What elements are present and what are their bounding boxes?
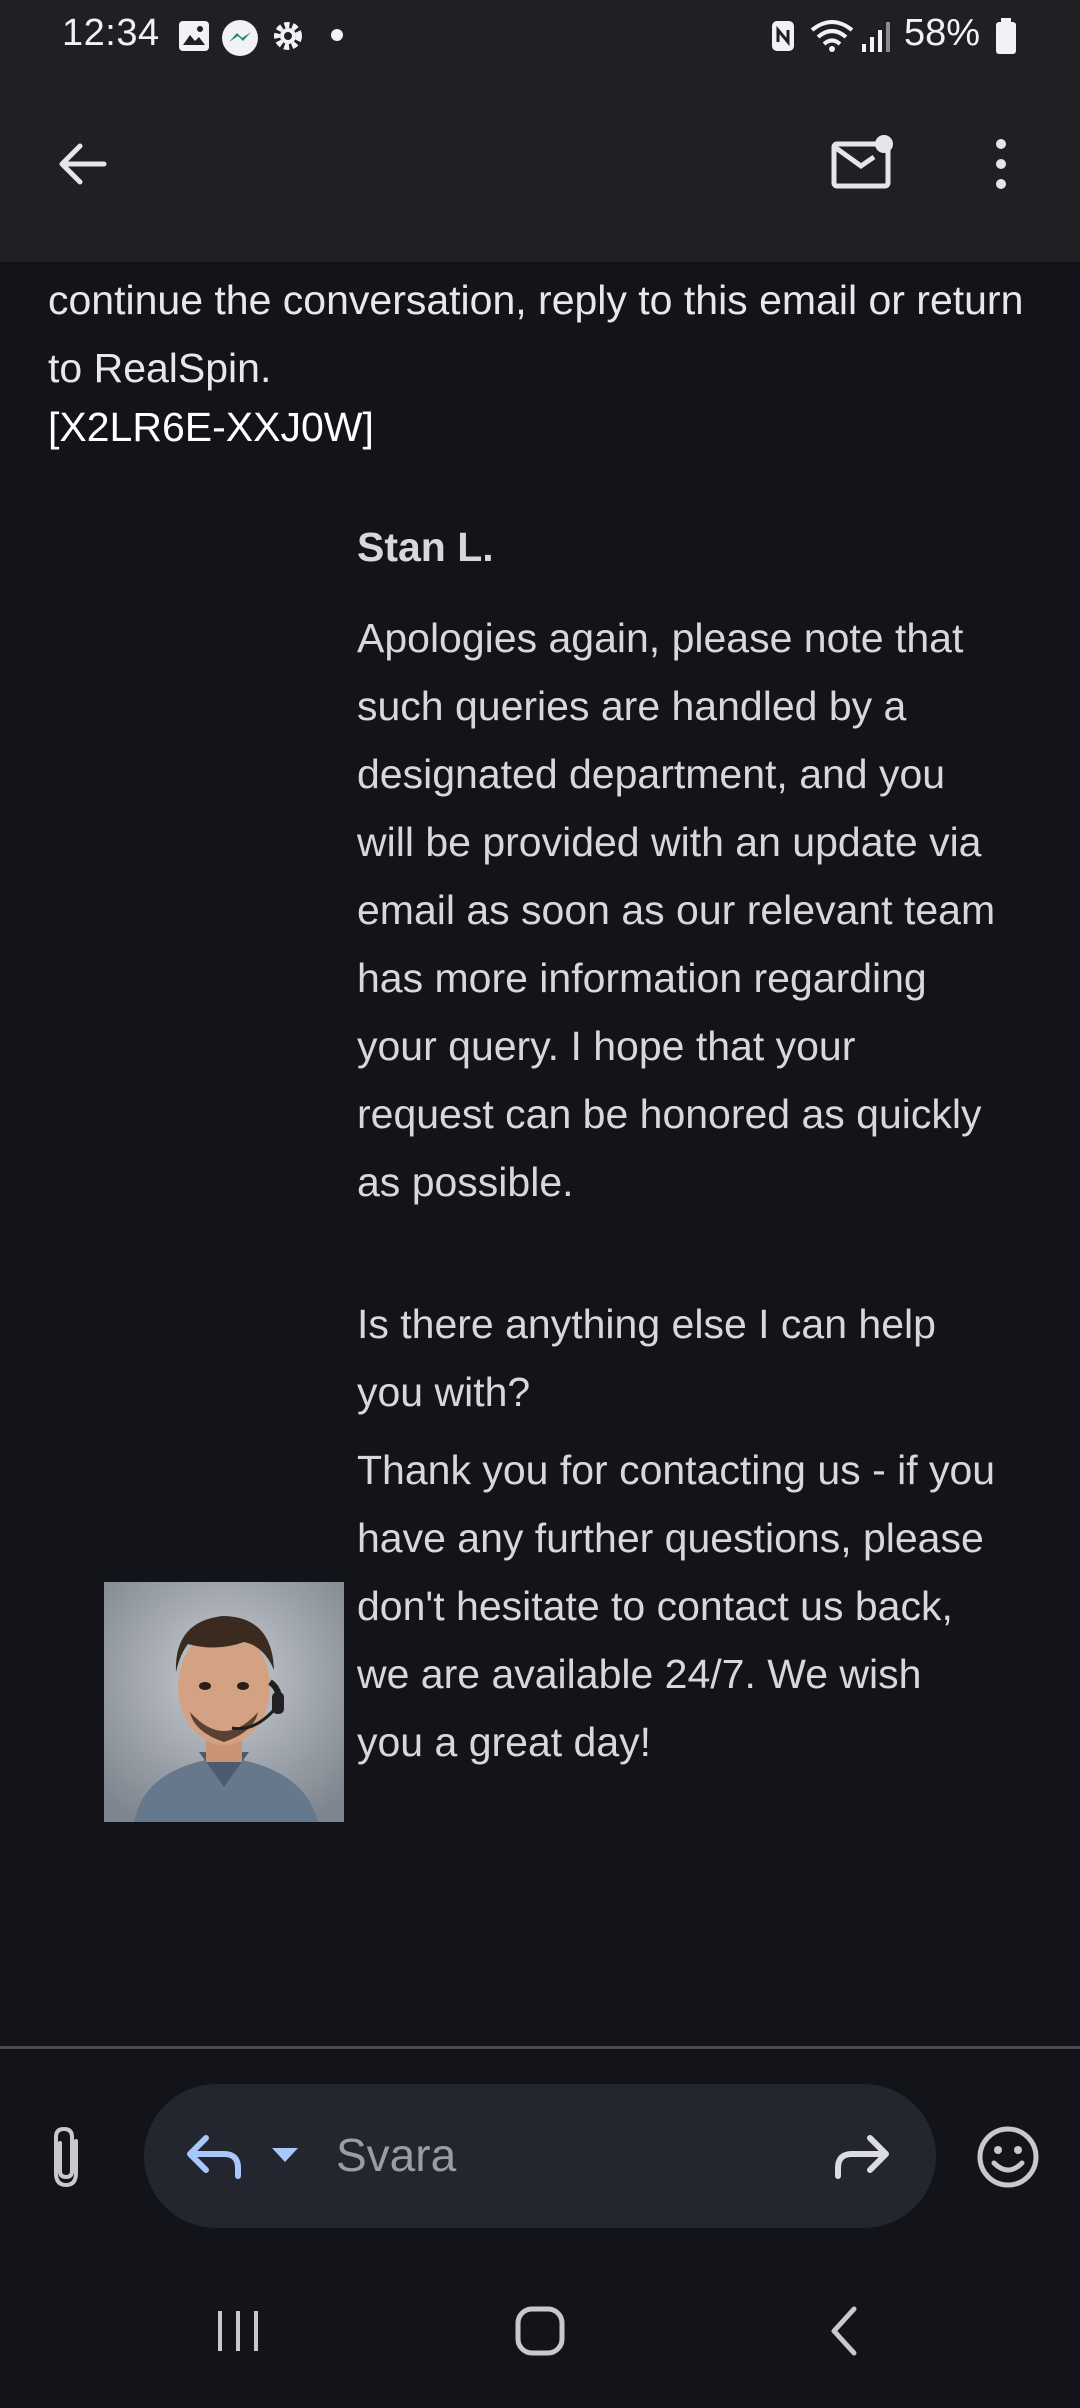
emoji-icon[interactable]: [976, 2125, 1040, 2189]
reply-icon[interactable]: [184, 2132, 244, 2182]
agent-avatar: [104, 1582, 344, 1822]
back-icon[interactable]: [824, 2305, 864, 2357]
settings-icon: [274, 22, 302, 50]
email-body: continue the conversation, reply to this…: [0, 262, 1080, 2046]
status-bar: 12:34 58%: [0, 0, 1080, 70]
reference-code: [X2LR6E-XXJ0W]: [48, 404, 374, 450]
forward-icon[interactable]: [832, 2132, 892, 2182]
message-paragraph: Thank you for contacting us - if you hav…: [357, 1447, 996, 1765]
nfc-icon: [772, 21, 794, 51]
recents-icon[interactable]: [212, 2307, 264, 2355]
app-bar: [0, 70, 1080, 262]
reply-placeholder: Svara: [336, 2129, 457, 2181]
signal-icon: [862, 22, 890, 52]
home-icon[interactable]: [514, 2305, 566, 2357]
dot-icon: [331, 29, 343, 41]
intro-text: continue the conversation, reply to this…: [48, 277, 1024, 391]
back-arrow-icon[interactable]: [54, 136, 110, 192]
status-time: 12:34: [62, 12, 160, 54]
mark-unread-icon[interactable]: [830, 132, 896, 192]
more-options-icon[interactable]: [986, 136, 1016, 192]
dropdown-icon[interactable]: [270, 2146, 300, 2166]
message-paragraph: Apologies again, please note that such q…: [357, 615, 996, 1205]
messenger-icon: [222, 20, 258, 56]
attach-icon[interactable]: [46, 2125, 90, 2191]
battery-percent: 58%: [904, 12, 981, 54]
wifi-icon: [810, 20, 854, 52]
image-icon: [179, 21, 209, 51]
reply-bar: Svara: [0, 2049, 1080, 2408]
battery-icon: [996, 18, 1016, 54]
reply-input[interactable]: Svara: [144, 2084, 936, 2228]
message-paragraph: Is there anything else I can help you wi…: [357, 1301, 936, 1415]
sender-name: Stan L.: [357, 524, 494, 570]
